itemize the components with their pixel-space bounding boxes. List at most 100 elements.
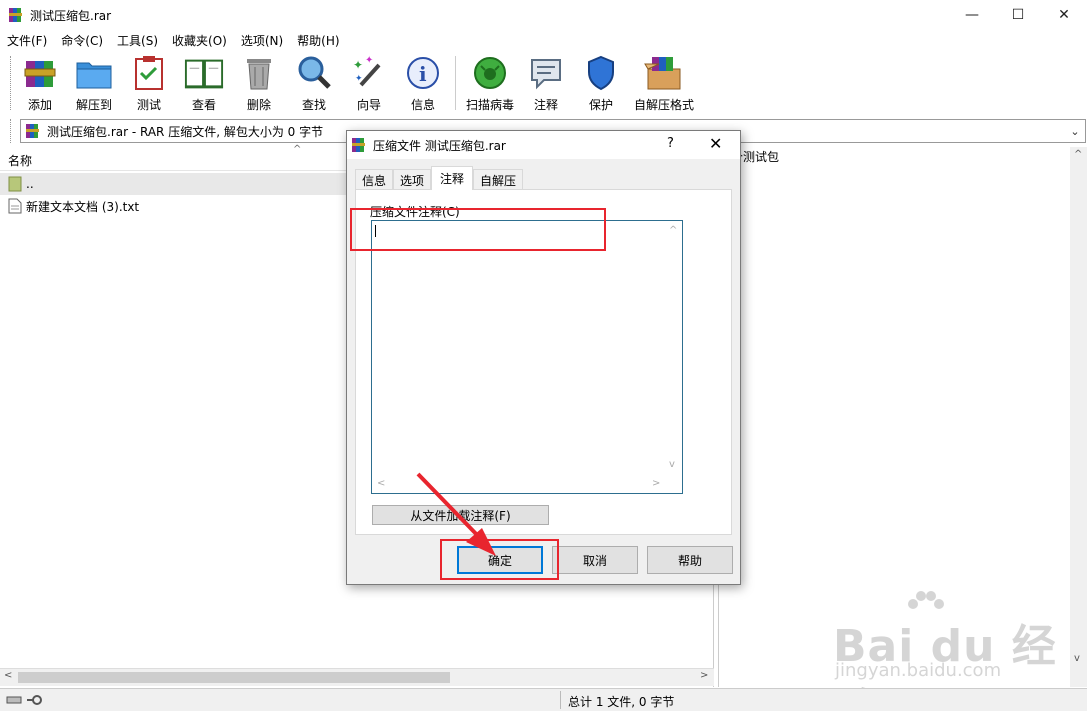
menu-favorites[interactable]: 收藏夹(O) bbox=[165, 32, 234, 49]
maximize-icon: ☐ bbox=[1011, 7, 1025, 23]
close-icon: ✕ bbox=[1058, 7, 1070, 23]
help-label: 帮助 bbox=[677, 553, 702, 568]
dialog-tabs: 信息 选项 注释 自解压 bbox=[355, 166, 524, 190]
textarea-vertical-scrollbar[interactable]: ^ v bbox=[665, 221, 682, 477]
virus-scan-label: 扫描病毒 bbox=[465, 98, 514, 112]
extract-folder-icon bbox=[76, 62, 112, 89]
delete-button[interactable]: 删除 bbox=[239, 54, 279, 114]
chevron-down-icon[interactable]: ⌄ bbox=[1067, 122, 1083, 140]
menu-commands[interactable]: 命令(C) bbox=[54, 32, 110, 49]
add-button[interactable]: 添加 bbox=[20, 54, 60, 114]
toolbar: 添加 解压到 测试 查看 删除 查找 ✦ ✦ ✦ 向导 i 信息 扫描病毒 注释… bbox=[0, 50, 1087, 116]
view-label: 查看 bbox=[191, 98, 216, 112]
menu-options[interactable]: 选项(N) bbox=[234, 32, 290, 49]
tab-info-label: 信息 bbox=[362, 173, 387, 188]
comment-button[interactable]: 注释 bbox=[526, 54, 566, 114]
wizard-button[interactable]: ✦ ✦ ✦ 向导 bbox=[349, 54, 389, 114]
tab-comment[interactable]: 注释 bbox=[431, 166, 474, 190]
sfx-button[interactable]: 自解压格式 bbox=[633, 54, 695, 114]
toolbar-separator bbox=[455, 56, 456, 110]
sort-ascending-icon: ^ bbox=[293, 144, 302, 155]
parent-folder-icon bbox=[8, 176, 22, 192]
list-item-name: .. bbox=[26, 177, 34, 191]
address-text: 测试压缩包.rar - RAR 压缩文件, 解包大小为 0 字节 bbox=[47, 124, 324, 139]
magnifier-icon bbox=[298, 56, 331, 89]
menu-bar: 文件(F) 命令(C) 工具(S) 收藏夹(O) 选项(N) 帮助(H) bbox=[0, 30, 1087, 50]
view-button[interactable]: 查看 bbox=[182, 54, 226, 114]
annotation-highlight-comment bbox=[350, 208, 606, 251]
svg-text:✦: ✦ bbox=[365, 55, 373, 66]
horizontal-scrollbar[interactable]: < > bbox=[0, 668, 714, 686]
annotation-arrow-icon bbox=[416, 472, 496, 556]
status-bar: 总计 1 文件, 0 字节 bbox=[0, 688, 1087, 711]
add-archive-icon bbox=[24, 61, 56, 87]
status-summary: 总计 1 文件, 0 字节 bbox=[568, 695, 675, 709]
menu-file[interactable]: 文件(F) bbox=[0, 32, 54, 49]
archive-icon bbox=[26, 124, 39, 138]
help-button[interactable]: 帮助 bbox=[647, 546, 733, 574]
wizard-label: 向导 bbox=[356, 98, 381, 112]
winrar-app-icon bbox=[9, 8, 22, 22]
info-icon: i bbox=[407, 57, 439, 89]
scroll-left-icon[interactable]: < bbox=[377, 478, 385, 489]
find-button[interactable]: 查找 bbox=[294, 54, 334, 114]
view-book-icon bbox=[184, 59, 224, 89]
menu-help[interactable]: 帮助(H) bbox=[290, 32, 346, 49]
sfx-box-icon bbox=[644, 57, 681, 90]
tab-sfx[interactable]: 自解压 bbox=[473, 169, 524, 190]
protect-label: 保护 bbox=[588, 98, 613, 112]
text-file-icon bbox=[8, 198, 22, 214]
tab-sfx-label: 自解压 bbox=[480, 173, 517, 188]
drive-icon[interactable] bbox=[6, 694, 22, 706]
tab-options-label: 选项 bbox=[400, 173, 425, 188]
info-button[interactable]: i 信息 bbox=[403, 54, 443, 114]
tab-options[interactable]: 选项 bbox=[393, 169, 432, 190]
dialog-title: 压缩文件 测试压缩包.rar bbox=[373, 138, 506, 153]
scroll-up-icon[interactable]: ^ bbox=[1074, 149, 1082, 160]
scroll-thumb[interactable] bbox=[18, 672, 450, 683]
list-item[interactable]: 新建文本文档 (3).txt bbox=[0, 195, 400, 217]
virus-scan-icon bbox=[474, 57, 506, 89]
dialog-close-icon[interactable]: ✕ bbox=[709, 134, 722, 153]
protect-button[interactable]: 保护 bbox=[581, 54, 621, 114]
watermark-sub: jingyan.baidu.com bbox=[835, 660, 1002, 681]
dialog-title-bar[interactable]: 压缩文件 测试压缩包.rar ? ✕ bbox=[347, 131, 740, 159]
minimize-icon: — bbox=[965, 7, 979, 23]
scroll-up-icon[interactable]: ^ bbox=[669, 225, 677, 236]
comment-textarea[interactable]: ^ v < > bbox=[371, 220, 683, 494]
maximize-button[interactable]: ☐ bbox=[995, 0, 1041, 30]
test-label: 测试 bbox=[136, 98, 161, 112]
extract-to-label: 解压到 bbox=[75, 98, 112, 112]
cancel-label: 取消 bbox=[582, 553, 607, 568]
tab-info[interactable]: 信息 bbox=[355, 169, 394, 190]
tab-comment-label: 注释 bbox=[440, 172, 465, 186]
address-grip[interactable] bbox=[10, 119, 13, 143]
list-item-name: 新建文本文档 (3).txt bbox=[26, 199, 140, 214]
scroll-down-icon[interactable]: v bbox=[669, 459, 675, 470]
dialog-help-icon[interactable]: ? bbox=[667, 136, 674, 151]
comment-label: 注释 bbox=[533, 98, 558, 112]
scroll-right-icon[interactable]: > bbox=[700, 670, 708, 681]
column-name-label: 名称 bbox=[8, 154, 33, 168]
key-icon[interactable] bbox=[26, 694, 42, 706]
virus-scan-button[interactable]: 扫描病毒 bbox=[465, 54, 515, 114]
sfx-label: 自解压格式 bbox=[633, 98, 694, 112]
close-button[interactable]: ✕ bbox=[1041, 0, 1087, 30]
svg-text:i: i bbox=[419, 62, 427, 86]
toolbar-grip[interactable] bbox=[10, 56, 13, 110]
info-label: 信息 bbox=[410, 98, 435, 112]
minimize-button[interactable]: — bbox=[949, 0, 995, 30]
shield-icon bbox=[588, 55, 614, 91]
extract-to-button[interactable]: 解压到 bbox=[74, 54, 114, 114]
delete-label: 删除 bbox=[246, 98, 271, 112]
menu-tools[interactable]: 工具(S) bbox=[110, 32, 165, 49]
baidu-jingyan-watermark: Bai du 经验 jingyan.baidu.com bbox=[833, 590, 1083, 711]
add-label: 添加 bbox=[27, 98, 52, 112]
wizard-wand-icon: ✦ ✦✦ bbox=[353, 55, 381, 87]
svg-text:✦: ✦ bbox=[353, 58, 363, 72]
cancel-button[interactable]: 取消 bbox=[552, 546, 638, 574]
title-bar: 测试压缩包.rar — ☐ ✕ bbox=[0, 0, 1087, 30]
test-button[interactable]: 测试 bbox=[129, 54, 169, 114]
scroll-right-icon[interactable]: > bbox=[652, 478, 660, 489]
scroll-left-icon[interactable]: < bbox=[4, 670, 12, 681]
